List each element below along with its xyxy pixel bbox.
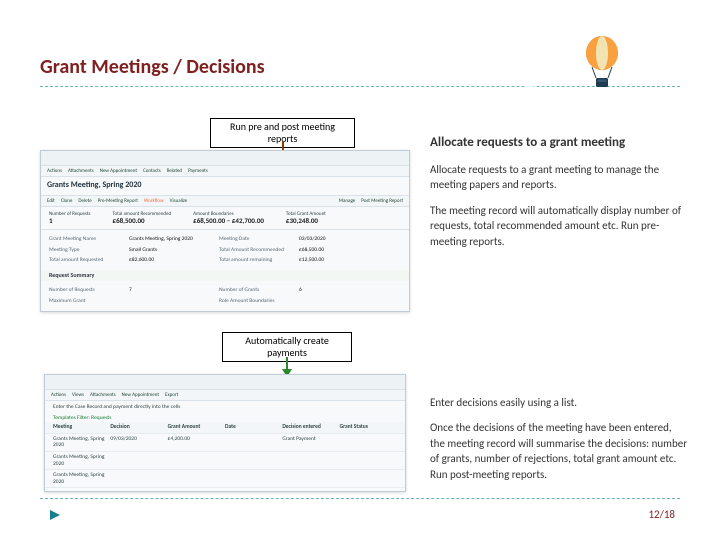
menu-item[interactable]: Actions	[51, 392, 66, 398]
table-row[interactable]: Grants Meeting, Spring 2020 09/03/2020 £…	[45, 434, 405, 452]
toolbar	[41, 151, 409, 166]
col-header: Date	[225, 424, 282, 431]
body-text: Allocate requests to a grant meeting to …	[430, 162, 688, 193]
tool-workflow[interactable]: Workflow	[144, 198, 164, 204]
tool-manage[interactable]: Manage	[339, 198, 356, 204]
col-header: Decision	[110, 424, 167, 431]
field-value: £82,600.00	[129, 255, 219, 266]
col-header: Grant Status	[340, 424, 397, 431]
summary-label: Number of Requests	[49, 211, 91, 217]
tool-delete[interactable]: Delete	[78, 198, 91, 204]
menu-item[interactable]: New Appointment	[122, 392, 159, 398]
screenshot-meeting-record: Actions Attachments New Appointment Cont…	[40, 150, 410, 312]
menu-item[interactable]: Payments	[188, 168, 208, 174]
page-title: Grant Meetings / Decisions	[40, 55, 265, 79]
cloud-small-icon	[634, 26, 684, 58]
tool-edit[interactable]: Edit	[47, 198, 55, 204]
field-label: Role Amount Boundaries	[219, 296, 299, 307]
tool-clone[interactable]: Clone	[61, 198, 73, 204]
menu-item[interactable]: Contacts	[143, 168, 161, 174]
page-number: 12/18	[648, 508, 675, 521]
menu-item[interactable]: Export	[165, 392, 178, 398]
menu-item[interactable]: New Appointment	[100, 168, 137, 174]
menu-item[interactable]: Related	[167, 168, 182, 174]
screenshot-decision-list: Actions Views Attachments New Appointmen…	[44, 374, 406, 492]
tools-row: Edit Clone Delete Pre-Meeting Report Wor…	[41, 196, 409, 207]
summary-value: £68,500.00 – £42,700.00	[193, 217, 264, 225]
col-header: Meeting	[53, 424, 110, 431]
menu-item[interactable]: Views	[72, 392, 84, 398]
field-label: Grant Meeting Name	[49, 234, 129, 245]
decision-grid: Meeting Decision Grant Amount Date Decis…	[45, 422, 405, 488]
body-text: The meeting record will automatically di…	[430, 203, 688, 249]
field-label: Total amount Requested	[49, 255, 129, 266]
menu-item[interactable]: Actions	[47, 168, 62, 174]
list-subtitle: Enter the Case Record and payment direct…	[45, 401, 405, 414]
cloud-large-icon	[508, 46, 578, 90]
body-text: Once the decisions of the meeting have b…	[430, 420, 688, 482]
menu-item[interactable]: Attachments	[68, 168, 94, 174]
menu-item[interactable]: Attachments	[90, 392, 116, 398]
body-text: Enter decisions easily using a list.	[430, 395, 688, 410]
summary-value: £30,248.00	[286, 217, 326, 225]
field-label: Meeting Type	[49, 245, 129, 256]
action-bar: Actions Views Attachments New Appointmen…	[45, 390, 405, 401]
divider-bottom	[40, 498, 680, 499]
tool-visualize[interactable]: Visualize	[170, 198, 188, 204]
field-label: Total Amount Recommended	[219, 245, 299, 256]
field-value: Grants Meeting, Spring 2020	[129, 234, 219, 245]
summary-row: Number of Requests1 Total amount Recomme…	[41, 207, 409, 230]
field-value: £12,500.00	[299, 255, 389, 266]
tool-post-report[interactable]: Post Meeting Report	[361, 198, 403, 204]
record-title: Grants Meeting, Spring 2020	[41, 177, 409, 196]
list-filter: Templates Filter: Requests	[45, 414, 405, 423]
footer-accent-icon	[48, 508, 62, 522]
slide: Grant Meetings / Decisions Run pre and p…	[0, 0, 720, 540]
field-label: Number of Grants	[219, 285, 299, 296]
action-bar: Actions Attachments New Appointment Cont…	[41, 166, 409, 177]
col-header: Decision entered	[282, 424, 339, 431]
hot-air-balloon-icon	[582, 36, 622, 98]
field-label: Maximum Grant	[49, 296, 129, 307]
col-header: Grant Amount	[168, 424, 225, 431]
field-value: 03/03/2020	[299, 234, 389, 245]
text-block-upper: Allocate requests to a grant meeting All…	[430, 135, 688, 259]
field-label: Total amount remaining	[219, 255, 299, 266]
summary-value: £68,500.00	[113, 217, 172, 225]
section-request-summary: Request Summary	[41, 270, 409, 281]
field-value	[299, 296, 389, 307]
field-value: Small Grants	[129, 245, 219, 256]
tool-pre-report[interactable]: Pre-Meeting Report	[98, 198, 138, 204]
field-value: £68,500.00	[299, 245, 389, 256]
text-block-lower: Enter decisions easily using a list. Onc…	[430, 395, 688, 492]
field-label: Number of Requests	[49, 285, 129, 296]
table-row[interactable]: Grants Meeting, Spring 2020	[45, 452, 405, 470]
field-value: 7	[129, 285, 219, 296]
field-value: 6	[299, 285, 389, 296]
field-value	[129, 296, 219, 307]
toolbar	[45, 375, 405, 390]
summary-value: 1	[49, 217, 91, 225]
field-label: Meeting Date	[219, 234, 299, 245]
table-row[interactable]: Grants Meeting, Spring 2020	[45, 470, 405, 488]
section-heading: Allocate requests to a grant meeting	[430, 135, 688, 150]
